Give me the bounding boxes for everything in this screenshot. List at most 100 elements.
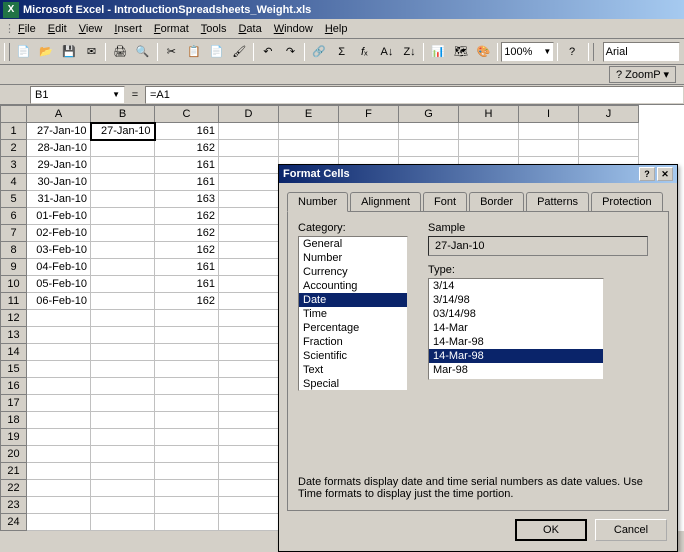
cell-D13[interactable] [219, 327, 279, 344]
cell-A14[interactable] [27, 344, 91, 361]
cell-C1[interactable]: 161 [155, 123, 219, 140]
type-item[interactable]: 14-Mar-98 [429, 335, 603, 349]
cell-C13[interactable] [155, 327, 219, 344]
type-item[interactable]: 3/14 [429, 279, 603, 293]
row-header-14[interactable]: 14 [1, 344, 27, 361]
cell-A12[interactable] [27, 310, 91, 327]
col-header-C[interactable]: C [155, 106, 219, 123]
cell-A23[interactable] [27, 497, 91, 514]
paste-button[interactable]: 📄 [206, 41, 228, 63]
category-item-accounting[interactable]: Accounting [299, 279, 407, 293]
row-header-15[interactable]: 15 [1, 361, 27, 378]
tab-alignment[interactable]: Alignment [350, 192, 421, 212]
category-item-fraction[interactable]: Fraction [299, 335, 407, 349]
cell-A6[interactable]: 01-Feb-10 [27, 208, 91, 225]
col-header-A[interactable]: A [27, 106, 91, 123]
menu-tools[interactable]: Tools [195, 21, 233, 37]
menu-view[interactable]: View [73, 21, 109, 37]
cell-D16[interactable] [219, 378, 279, 395]
tab-font[interactable]: Font [423, 192, 467, 212]
col-header-J[interactable]: J [579, 106, 639, 123]
cell-C12[interactable] [155, 310, 219, 327]
cell-A11[interactable]: 06-Feb-10 [27, 293, 91, 310]
menu-help[interactable]: Help [319, 21, 354, 37]
category-item-number[interactable]: Number [299, 251, 407, 265]
chart-button[interactable]: 📊 [427, 41, 449, 63]
cell-A18[interactable] [27, 412, 91, 429]
row-header-2[interactable]: 2 [1, 140, 27, 157]
col-header-F[interactable]: F [339, 106, 399, 123]
row-header-21[interactable]: 21 [1, 463, 27, 480]
cell-D1[interactable] [219, 123, 279, 140]
cell-B5[interactable] [91, 191, 155, 208]
cell-A9[interactable]: 04-Feb-10 [27, 259, 91, 276]
cell-D14[interactable] [219, 344, 279, 361]
cell-C22[interactable] [155, 480, 219, 497]
zoom-popup-button[interactable]: ? ZoomP ▾ [609, 66, 676, 83]
menu-data[interactable]: Data [232, 21, 267, 37]
cell-B12[interactable] [91, 310, 155, 327]
cell-D8[interactable] [219, 242, 279, 259]
format-painter-button[interactable]: 🖌 [228, 41, 250, 63]
new-button[interactable]: 📄 [13, 41, 35, 63]
dialog-titlebar[interactable]: Format Cells ? ✕ [279, 165, 677, 183]
cell-B4[interactable] [91, 174, 155, 191]
cell-C3[interactable]: 161 [155, 157, 219, 174]
cell-D24[interactable] [219, 514, 279, 531]
col-header-D[interactable]: D [219, 106, 279, 123]
category-item-currency[interactable]: Currency [299, 265, 407, 279]
cell-E2[interactable] [279, 140, 339, 157]
cell-B8[interactable] [91, 242, 155, 259]
cell-D12[interactable] [219, 310, 279, 327]
cell-B10[interactable] [91, 276, 155, 293]
drawing-button[interactable]: 🎨 [473, 41, 495, 63]
cell-H2[interactable] [459, 140, 519, 157]
cell-B18[interactable] [91, 412, 155, 429]
cell-C4[interactable]: 161 [155, 174, 219, 191]
type-listbox[interactable]: 3/143/14/9803/14/9814-Mar14-Mar-9814-Mar… [428, 278, 604, 380]
cell-C24[interactable] [155, 514, 219, 531]
cell-D3[interactable] [219, 157, 279, 174]
cell-B1[interactable]: 27-Jan-10 [91, 123, 155, 140]
category-item-date[interactable]: Date [299, 293, 407, 307]
cell-C11[interactable]: 162 [155, 293, 219, 310]
cell-C23[interactable] [155, 497, 219, 514]
cut-button[interactable]: ✂ [161, 41, 183, 63]
row-header-17[interactable]: 17 [1, 395, 27, 412]
row-header-16[interactable]: 16 [1, 378, 27, 395]
cell-D22[interactable] [219, 480, 279, 497]
category-item-scientific[interactable]: Scientific [299, 349, 407, 363]
cell-B23[interactable] [91, 497, 155, 514]
cell-C18[interactable] [155, 412, 219, 429]
menu-format[interactable]: Format [148, 21, 195, 37]
redo-button[interactable]: ↷ [280, 41, 302, 63]
cell-A8[interactable]: 03-Feb-10 [27, 242, 91, 259]
cell-B16[interactable] [91, 378, 155, 395]
cell-D20[interactable] [219, 446, 279, 463]
cell-A7[interactable]: 02-Feb-10 [27, 225, 91, 242]
save-button[interactable]: 💾 [58, 41, 80, 63]
menu-edit[interactable]: Edit [42, 21, 73, 37]
cell-D19[interactable] [219, 429, 279, 446]
row-header-4[interactable]: 4 [1, 174, 27, 191]
cell-H1[interactable] [459, 123, 519, 140]
col-header-B[interactable]: B [91, 106, 155, 123]
cancel-button[interactable]: Cancel [595, 519, 667, 541]
row-header-13[interactable]: 13 [1, 327, 27, 344]
undo-button[interactable]: ↶ [257, 41, 279, 63]
cell-A16[interactable] [27, 378, 91, 395]
cell-A13[interactable] [27, 327, 91, 344]
cell-J2[interactable] [579, 140, 639, 157]
open-button[interactable]: 📂 [35, 41, 57, 63]
sort-desc-button[interactable]: Z↓ [399, 41, 421, 63]
row-header-19[interactable]: 19 [1, 429, 27, 446]
function-button[interactable]: fₓ [354, 41, 376, 63]
sort-asc-button[interactable]: A↓ [376, 41, 398, 63]
cell-C17[interactable] [155, 395, 219, 412]
zoom-combo[interactable]: 100% ▼ [501, 42, 554, 62]
cell-F2[interactable] [339, 140, 399, 157]
row-header-3[interactable]: 3 [1, 157, 27, 174]
cell-J1[interactable] [579, 123, 639, 140]
col-header-I[interactable]: I [519, 106, 579, 123]
tab-protection[interactable]: Protection [591, 192, 663, 212]
